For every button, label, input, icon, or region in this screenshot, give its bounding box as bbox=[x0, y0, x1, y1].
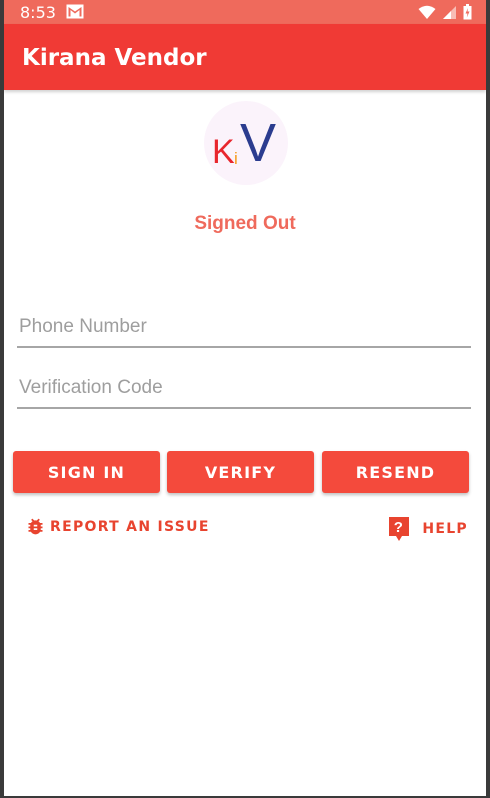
wifi-icon bbox=[418, 5, 436, 19]
app-title: Kirana Vendor bbox=[22, 45, 207, 71]
status-icons bbox=[418, 3, 472, 21]
app-logo: K i V bbox=[204, 101, 288, 185]
svg-text:?: ? bbox=[394, 519, 404, 536]
gmail-icon bbox=[66, 4, 84, 19]
signal-icon bbox=[443, 5, 456, 19]
report-issue-label: REPORT AN ISSUE bbox=[50, 518, 210, 535]
verification-code-input[interactable] bbox=[17, 369, 471, 409]
sign-in-button[interactable]: SIGN IN bbox=[13, 451, 160, 493]
bug-icon bbox=[28, 518, 43, 535]
kiv-logo-icon: K i V bbox=[212, 113, 276, 173]
help-link[interactable]: ? HELP bbox=[388, 516, 468, 542]
verify-button[interactable]: VERIFY bbox=[167, 451, 314, 493]
app-bar: Kirana Vendor bbox=[4, 24, 486, 90]
logo-letter-i: i bbox=[234, 149, 238, 168]
help-label: HELP bbox=[422, 521, 468, 537]
status-bar: 8:53 bbox=[4, 0, 486, 24]
status-time: 8:53 bbox=[20, 3, 56, 22]
app-screen: 8:53 Kirana Vendor K i V Signed Out Phon… bbox=[4, 0, 486, 796]
phone-number-input[interactable] bbox=[17, 308, 471, 348]
report-issue-link[interactable]: REPORT AN ISSUE bbox=[25, 516, 210, 537]
help-icon: ? bbox=[389, 517, 410, 541]
logo-letter-k: K bbox=[212, 133, 235, 171]
auth-status-text: Signed Out bbox=[194, 213, 296, 234]
resend-button[interactable]: RESEND bbox=[322, 451, 469, 493]
battery-icon bbox=[463, 4, 472, 20]
logo-letter-v: V bbox=[240, 113, 276, 173]
